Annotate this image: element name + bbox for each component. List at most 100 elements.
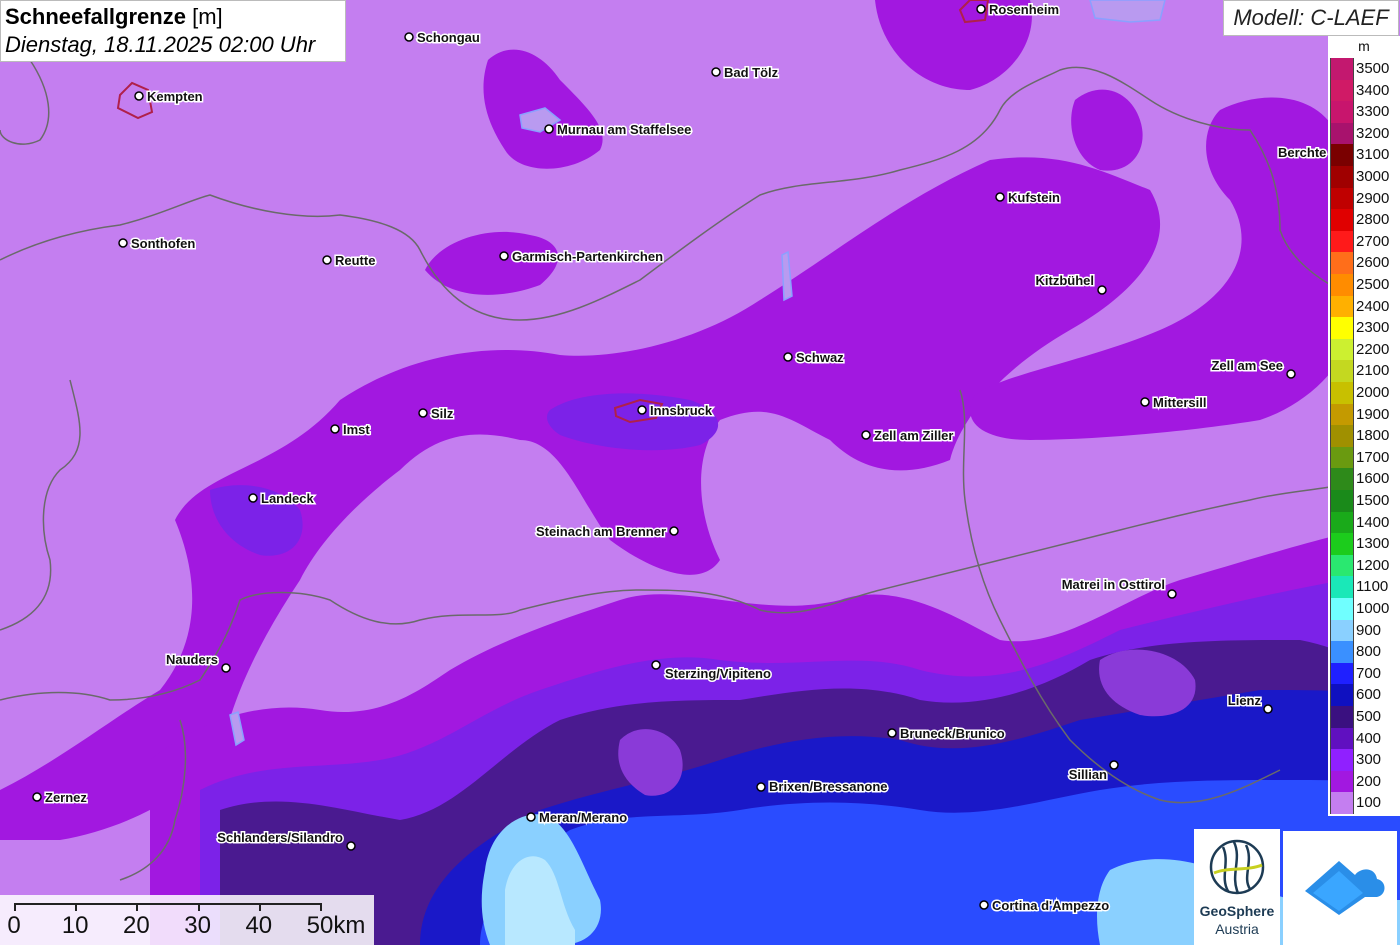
city-sonthofen[interactable]: Sonthofen bbox=[118, 235, 197, 253]
snowfall-line-map[interactable]: Rosenheim Schongau Kempten Bad Tölz Murn… bbox=[0, 0, 1400, 945]
legend-swatch bbox=[1330, 749, 1354, 771]
svg-text:Rosenheim: Rosenheim bbox=[989, 2, 1059, 17]
svg-text:Nauders: Nauders bbox=[166, 652, 218, 667]
legend-label: 3500 bbox=[1356, 60, 1390, 77]
legend-row: 3100 bbox=[1330, 144, 1398, 166]
legend-row: 1000 bbox=[1330, 598, 1398, 620]
model-label: Modell: C-LAEF bbox=[1223, 0, 1399, 36]
legend-row: 600 bbox=[1330, 684, 1398, 706]
legend-label: 300 bbox=[1356, 751, 1382, 769]
geosphere-logo[interactable]: GeoSphere Austria bbox=[1194, 829, 1280, 945]
city-meran[interactable]: Meran/Merano bbox=[526, 809, 629, 827]
legend-unit: m bbox=[1358, 38, 1370, 54]
legend-label: 500 bbox=[1356, 708, 1382, 725]
legend-swatch bbox=[1330, 662, 1354, 685]
legend-swatch bbox=[1330, 446, 1354, 469]
legend-row: 3300 bbox=[1330, 101, 1398, 123]
legend-label: 2800 bbox=[1356, 211, 1390, 229]
legend-swatch bbox=[1330, 706, 1354, 728]
legend-row: 3400 bbox=[1330, 79, 1398, 102]
legend-row: 800 bbox=[1330, 641, 1398, 663]
svg-text:Bad Tölz: Bad Tölz bbox=[724, 65, 779, 80]
legend-swatch bbox=[1330, 58, 1354, 80]
map-title-box: Schneefallgrenze [m] Dienstag, 18.11.202… bbox=[0, 0, 346, 62]
scale-label: 50km bbox=[306, 912, 366, 939]
legend-row: 200 bbox=[1330, 770, 1398, 793]
scale-tick bbox=[136, 903, 139, 911]
legend-row: 1300 bbox=[1330, 533, 1398, 555]
legend-label: 2100 bbox=[1356, 362, 1390, 380]
svg-text:Sterzing/Vipiteno: Sterzing/Vipiteno bbox=[665, 666, 771, 681]
city-innsbruck[interactable]: Innsbruck bbox=[637, 402, 714, 420]
legend-label: 3100 bbox=[1356, 146, 1390, 164]
legend-row: 1600 bbox=[1330, 468, 1398, 490]
legend-row: 2800 bbox=[1330, 209, 1398, 231]
legend-label: 800 bbox=[1356, 643, 1382, 661]
scale-bar-line bbox=[14, 903, 320, 905]
legend-row: 900 bbox=[1330, 619, 1398, 642]
scale-tick bbox=[197, 903, 200, 911]
legend-row: 3000 bbox=[1330, 166, 1398, 188]
legend-label: 3400 bbox=[1356, 81, 1390, 99]
color-legend: m 3500 3400 3300 3200 3100 3000 2900 2800 2700 26… bbox=[1328, 36, 1400, 816]
lake-chiemsee bbox=[1089, 0, 1166, 23]
city-rosenheim[interactable]: Rosenheim bbox=[976, 1, 1061, 19]
cloud-roof-icon bbox=[1305, 861, 1385, 915]
legend-swatch bbox=[1330, 187, 1354, 210]
scale-tick bbox=[14, 903, 16, 911]
svg-text:Kitzbühel: Kitzbühel bbox=[1036, 273, 1095, 288]
legend-label: 1100 bbox=[1356, 578, 1389, 596]
svg-text:Bruneck/Brunico: Bruneck/Brunico bbox=[900, 726, 1005, 741]
svg-text:Berchte: Berchte bbox=[1278, 145, 1326, 160]
scale-label: 30 bbox=[184, 912, 211, 939]
city-berchtesgaden[interactable]: Berchte bbox=[1277, 144, 1328, 162]
legend-label: 700 bbox=[1356, 664, 1382, 682]
city-steinach[interactable]: Steinach am Brenner bbox=[534, 523, 679, 541]
svg-text:Garmisch-Partenkirchen: Garmisch-Partenkirchen bbox=[512, 249, 663, 264]
legend-swatch bbox=[1330, 684, 1354, 706]
legend-label: 600 bbox=[1356, 686, 1382, 704]
svg-text:Schwaz: Schwaz bbox=[796, 350, 844, 365]
city-zell-am-ziller[interactable]: Zell am Ziller bbox=[861, 427, 955, 445]
legend-swatch bbox=[1330, 792, 1354, 814]
legend-row: 400 bbox=[1330, 727, 1398, 750]
city-garmisch[interactable]: Garmisch-Partenkirchen bbox=[499, 248, 665, 266]
city-cortina[interactable]: Cortina d'Ampezzo bbox=[979, 897, 1111, 915]
city-bruneck[interactable]: Bruneck/Brunico bbox=[887, 725, 1006, 743]
legend-label: 1300 bbox=[1356, 535, 1390, 553]
legend-swatch bbox=[1330, 554, 1354, 577]
scale-label: 40 bbox=[245, 912, 273, 939]
legend-swatch bbox=[1330, 770, 1354, 793]
svg-text:Meran/Merano: Meran/Merano bbox=[539, 810, 627, 825]
legend-swatch bbox=[1330, 79, 1354, 102]
legend-label: 2200 bbox=[1356, 340, 1390, 358]
legend-swatch bbox=[1330, 490, 1354, 512]
svg-text:Mittersill: Mittersill bbox=[1153, 395, 1206, 410]
legend-swatch bbox=[1330, 209, 1354, 231]
legend-swatch bbox=[1330, 122, 1354, 145]
legend-row: 1700 bbox=[1330, 446, 1398, 469]
weather-app-logo[interactable] bbox=[1283, 831, 1397, 945]
svg-text:Silz: Silz bbox=[431, 406, 454, 421]
city-murnau[interactable]: Murnau am Staffelsee bbox=[544, 121, 693, 139]
scale-tick bbox=[258, 903, 261, 911]
legend-swatch bbox=[1330, 295, 1354, 318]
legend-row: 3200 bbox=[1330, 122, 1398, 145]
city-brixen[interactable]: Brixen/Bressanone bbox=[756, 778, 889, 796]
svg-text:Zell am Ziller: Zell am Ziller bbox=[874, 428, 953, 443]
legend-swatch bbox=[1330, 533, 1354, 555]
svg-text:Schlanders/Silandro: Schlanders/Silandro bbox=[217, 830, 343, 845]
legend-row: 2900 bbox=[1330, 187, 1398, 210]
legend-swatch bbox=[1330, 252, 1354, 274]
legend-label: 200 bbox=[1356, 772, 1382, 790]
legend-row: 2200 bbox=[1330, 338, 1398, 361]
svg-text:Zernez: Zernez bbox=[45, 790, 87, 805]
legend-swatch bbox=[1330, 425, 1354, 447]
legend-row: 1200 bbox=[1330, 554, 1398, 577]
legend-row: 2500 bbox=[1330, 274, 1398, 296]
legend-row: 100 bbox=[1330, 792, 1398, 814]
city-schongau[interactable]: Schongau bbox=[404, 29, 481, 47]
legend-label: 1600 bbox=[1356, 470, 1390, 488]
legend-swatch bbox=[1330, 382, 1354, 404]
svg-text:Kempten: Kempten bbox=[147, 89, 203, 104]
